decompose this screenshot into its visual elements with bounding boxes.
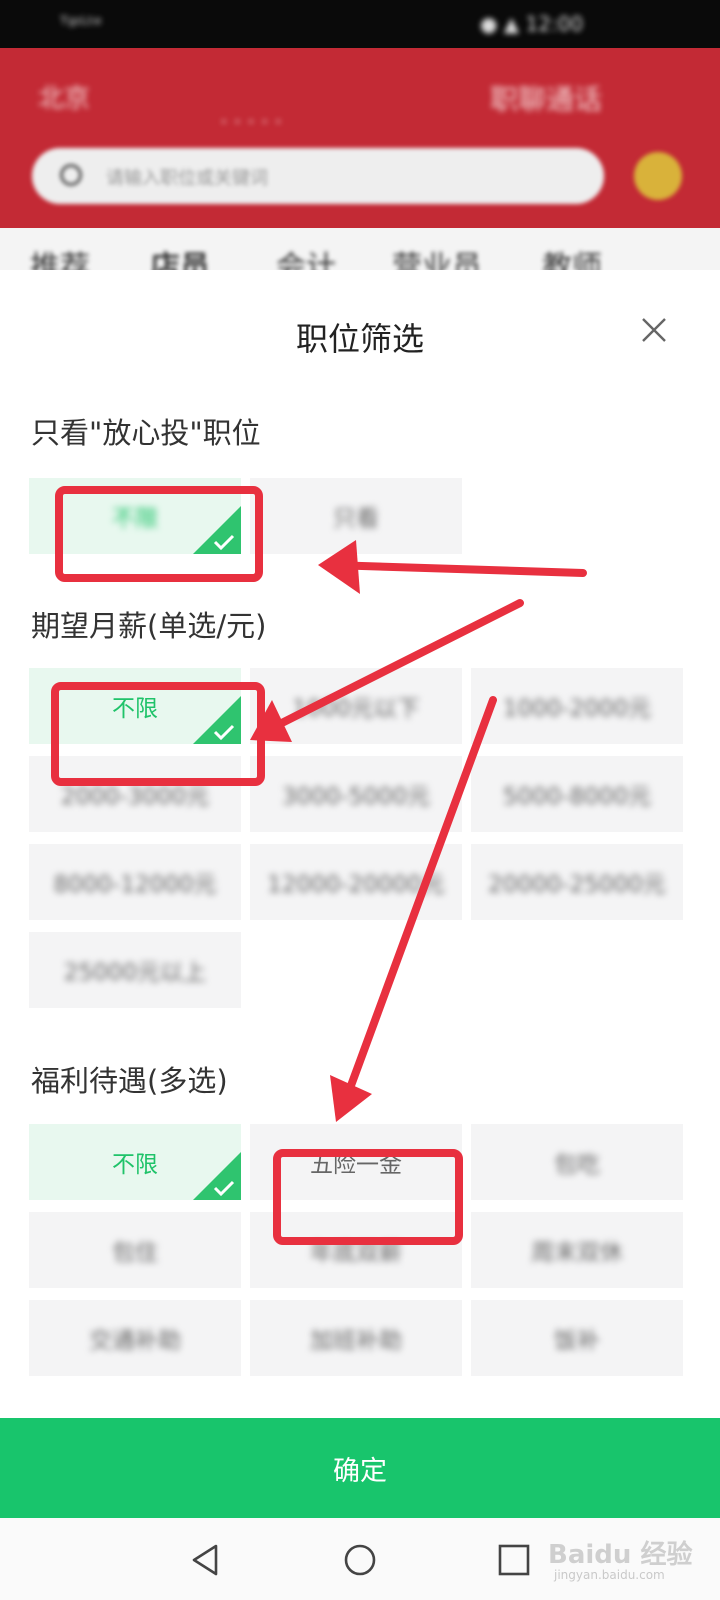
option-label: 年底双薪 xyxy=(310,1240,402,1266)
salary-option[interactable]: 2000-3000元 xyxy=(29,756,241,832)
location-label[interactable]: 北京 xyxy=(38,78,90,115)
salary-option[interactable]: 12000-20000元 xyxy=(250,844,462,920)
option-label: 饭补 xyxy=(554,1328,600,1354)
welfare-option[interactable]: 交通补助 xyxy=(29,1300,241,1376)
back-icon[interactable] xyxy=(188,1542,224,1578)
status-left: ᵀᵍᶦᴸᵗᵉ xyxy=(60,12,103,36)
option-label: 包住 xyxy=(112,1240,158,1266)
welfare-title: 福利待遇(多选) xyxy=(31,1064,228,1098)
welfare-option[interactable]: 饭补 xyxy=(471,1300,683,1376)
watermark-sub: jingyan.baidu.com xyxy=(554,1568,665,1582)
search-placeholder: 请输入职位或关键词 xyxy=(106,168,268,189)
option-label: 周末双休 xyxy=(531,1240,623,1266)
option-label: 1000元以下 xyxy=(292,696,420,722)
option-label: 五险一金 xyxy=(310,1152,402,1178)
search-icon xyxy=(60,164,82,186)
option-label: 2000-3000元 xyxy=(60,784,210,810)
option-label: 包吃 xyxy=(554,1152,600,1178)
option-label: 1000-2000元 xyxy=(502,696,652,722)
status-right: ● ▲ 12:00 xyxy=(480,12,584,36)
salary-option-unlimited[interactable]: 不限 xyxy=(29,668,241,744)
option-label: 5000-8000元 xyxy=(502,784,652,810)
salary-option[interactable]: 5000-8000元 xyxy=(471,756,683,832)
search-input[interactable]: 请输入职位或关键词 xyxy=(32,148,604,204)
option-label: 只看 xyxy=(333,506,379,532)
option-label: 25000元以上 xyxy=(63,960,207,986)
tab-0[interactable]: 推荐 xyxy=(30,242,90,270)
welfare-option[interactable]: 包住 xyxy=(29,1212,241,1288)
salary-option[interactable]: 8000-12000元 xyxy=(29,844,241,920)
tab-4[interactable]: 教师 xyxy=(542,242,602,270)
watermark-main: Baidu 经验 xyxy=(548,1540,693,1570)
salary-option[interactable]: 3000-5000元 xyxy=(250,756,462,832)
option-label: 不限 xyxy=(112,1152,158,1178)
tab-2[interactable]: 会计 xyxy=(276,242,336,270)
fangxintou-title: 只看"放心投"职位 xyxy=(31,416,261,450)
status-bar: ᵀᵍᶦᴸᵗᵉ ● ▲ 12:00 xyxy=(0,0,720,48)
check-icon xyxy=(193,506,241,554)
sheet-title: 职位筛选 xyxy=(295,320,424,358)
option-label: 8000-12000元 xyxy=(53,872,217,898)
fangxintou-option-unlimited[interactable]: 不限 xyxy=(29,478,241,554)
baidu-watermark: Baidu 经验 jingyan.baidu.com xyxy=(548,1530,718,1590)
welfare-option-unlimited[interactable]: 不限 xyxy=(29,1124,241,1200)
option-label: 交通补助 xyxy=(89,1328,181,1354)
tab-1[interactable]: 店员 xyxy=(150,242,210,270)
fangxintou-option-only[interactable]: 只看 xyxy=(250,478,462,554)
confirm-button[interactable]: 确定 xyxy=(0,1418,720,1518)
option-label: 20000-25000元 xyxy=(488,872,666,898)
category-tabs: 推荐 店员 会计 营业员 教师 xyxy=(0,228,720,270)
salary-option[interactable]: 1000-2000元 xyxy=(471,668,683,744)
check-icon xyxy=(193,1152,241,1200)
check-icon xyxy=(193,696,241,744)
welfare-option[interactable]: 加班补助 xyxy=(250,1300,462,1376)
recents-icon[interactable] xyxy=(496,1542,532,1578)
salary-option[interactable]: 1000元以下 xyxy=(250,668,462,744)
avatar[interactable] xyxy=(634,152,682,200)
close-icon[interactable] xyxy=(638,314,670,346)
option-label: 12000-20000元 xyxy=(267,872,445,898)
option-label: 3000-5000元 xyxy=(281,784,431,810)
tab-3[interactable]: 营业员 xyxy=(392,242,482,270)
option-label: 不限 xyxy=(112,506,158,532)
header-center: ····· xyxy=(220,108,289,136)
option-label: 加班补助 xyxy=(310,1328,402,1354)
welfare-option[interactable]: 周末双休 xyxy=(471,1212,683,1288)
home-icon[interactable] xyxy=(342,1542,378,1578)
salary-option[interactable]: 25000元以上 xyxy=(29,932,241,1008)
salary-title: 期望月薪(单选/元) xyxy=(31,609,267,643)
welfare-option[interactable]: 年底双薪 xyxy=(250,1212,462,1288)
salary-option[interactable]: 20000-25000元 xyxy=(471,844,683,920)
welfare-option-wuxianyijin[interactable]: 五险一金 xyxy=(250,1124,462,1200)
filter-sheet: 职位筛选 只看"放心投"职位 不限 只看 期望月薪(单选/元) 不限 1000元… xyxy=(0,270,720,1500)
welfare-option[interactable]: 包吃 xyxy=(471,1124,683,1200)
header-right[interactable]: 职聊通话 xyxy=(490,78,602,118)
option-label: 不限 xyxy=(112,696,158,722)
